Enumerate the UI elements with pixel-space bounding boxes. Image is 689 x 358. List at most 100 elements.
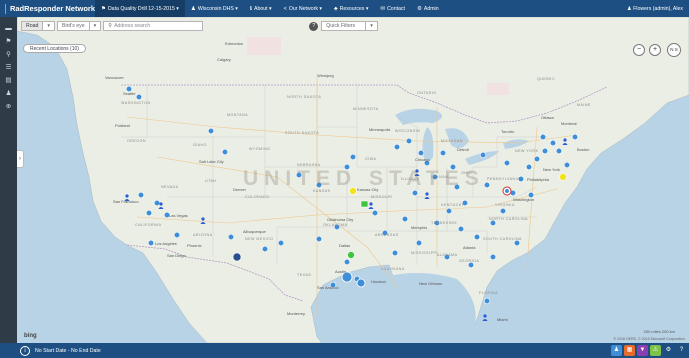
search-icon: ⚲ <box>108 23 113 29</box>
add-icon[interactable]: ⊕ <box>0 100 17 113</box>
map-marker <box>277 239 285 247</box>
left-sidebar: ▬ ⚑ ⚲ ☰ ▤ ♟ ⊕ <box>0 17 17 343</box>
date-range-label[interactable]: No Start Date - No End Date <box>35 348 101 354</box>
map-marker <box>417 149 425 157</box>
quick-filters-label: Quick Filters <box>326 23 356 29</box>
map-scale: 200 miles 200 km <box>643 329 675 334</box>
place-label: Houston <box>371 279 386 284</box>
map-marker <box>549 139 557 147</box>
flag-icon[interactable]: ⚑ <box>0 35 17 48</box>
user-menu[interactable]: ♟ Flowers (admin), Alex <box>627 6 689 12</box>
brand-name: RadResponder Network <box>9 4 95 13</box>
pin-icon[interactable]: ⚲ <box>0 48 17 61</box>
people-icon[interactable]: ♟ <box>0 87 17 100</box>
map-style-dropdown[interactable]: ▾ <box>42 21 56 31</box>
sidebar-toggle-handle[interactable]: › <box>17 150 24 168</box>
place-label: New York <box>543 167 560 172</box>
state-label: NEW MEXICO <box>245 237 274 241</box>
nav-contact[interactable]: ✉ Contact <box>374 0 411 17</box>
map-marker <box>467 261 475 269</box>
quick-filters-button[interactable]: Quick Filters <box>321 21 367 31</box>
state-label: ARIZONA <box>193 233 213 237</box>
state-label: MAINE <box>577 103 591 107</box>
birdseye-view-button[interactable]: Bird's eye <box>57 21 90 31</box>
road-view-button[interactable]: Road <box>21 21 44 31</box>
map-marker <box>343 258 351 266</box>
nav-admin[interactable]: ⚙ Admin <box>411 0 445 17</box>
brand[interactable]: RadResponder Network <box>0 0 95 17</box>
cluster-marker <box>356 278 366 288</box>
state-label: UTAH <box>205 179 217 183</box>
state-label: MONTANA <box>227 113 249 117</box>
address-search-input[interactable]: ⚲ Address search <box>103 21 204 31</box>
nav-about[interactable]: ℹ About ▾ <box>244 0 278 17</box>
map-marker <box>483 181 491 189</box>
place-label: Toronto <box>501 129 515 134</box>
state-label: NORTH CAROLINA <box>489 217 529 221</box>
state-label: KANSAS <box>313 189 331 193</box>
nav-organization[interactable]: ♟ Wisconsin DHS ▾ <box>185 0 244 17</box>
person-icon[interactable]: ♟ <box>611 345 622 356</box>
map-marker <box>135 93 143 101</box>
compass-icon[interactable]: N S <box>667 43 681 57</box>
gear-icon: ⚙ <box>416 5 422 12</box>
map-marker <box>221 148 229 156</box>
birdseye-dropdown[interactable]: ▾ <box>88 21 102 31</box>
nav-event-select[interactable]: ⚑ Data Quality Drill 12-15-2015 ▾ <box>95 0 185 17</box>
filter-icon[interactable]: ▼ <box>637 345 648 356</box>
nav-menu: ⚑ Data Quality Drill 12-15-2015 ▾ ♟ Wisc… <box>95 0 445 17</box>
state-label: OKLAHOMA <box>323 223 348 227</box>
place-label: New Orleans <box>419 281 443 286</box>
state-label: SOUTH DAKOTA <box>285 131 320 135</box>
help-circle-icon[interactable]: ? <box>676 345 687 356</box>
car-icon[interactable]: ▬ <box>0 22 17 35</box>
nav-contact-label: Contact <box>387 5 405 12</box>
state-label: NEBRASKA <box>297 163 321 167</box>
map-marker <box>483 297 491 305</box>
alert-icon[interactable]: ▦ <box>624 345 635 356</box>
info-icon[interactable]: i <box>20 345 30 356</box>
list-icon[interactable]: ☰ <box>0 61 17 74</box>
map-marker <box>147 239 155 247</box>
map-marker <box>457 225 465 233</box>
recent-locations-button[interactable]: Recent Locations (10) <box>23 44 86 53</box>
map-copyright: © 2016 HERE, © 2016 Microsoft Corporatio… <box>613 337 685 341</box>
cluster-marker <box>505 189 509 193</box>
map-marker <box>541 147 549 155</box>
canada-park-area <box>247 37 281 55</box>
state-label: NEW YORK <box>515 149 539 153</box>
state-label: GEORGIA <box>459 259 480 263</box>
state-label: ALABAMA <box>437 253 458 257</box>
radiation-icon[interactable]: ⚠ <box>650 345 661 356</box>
zoom-in-button[interactable]: + <box>649 44 661 56</box>
place-label: Memphis <box>411 225 428 230</box>
nav-admin-label: Admin <box>423 5 439 12</box>
nav-organization-label: Wisconsin DHS ▾ <box>197 5 238 12</box>
envelope-icon: ✉ <box>380 5 386 12</box>
place-label: Ottawa <box>541 115 554 120</box>
place-label: Vancouver <box>105 75 124 80</box>
bottom-tools: ♟ ▦ ▼ ⚠ ⚙ ? <box>609 345 689 356</box>
map-view[interactable]: Road ▾ Bird's eye ▾ ⚲ Address search ? Q… <box>17 17 689 343</box>
document-icon[interactable]: ▤ <box>0 74 17 87</box>
map-marker <box>227 233 235 241</box>
place-label: Boston <box>577 147 590 152</box>
state-label: MINNESOTA <box>353 107 379 111</box>
place-label: Philadelphia <box>527 177 549 182</box>
settings-icon[interactable]: ⚙ <box>663 345 674 356</box>
state-label: VIRGINIA <box>495 203 515 207</box>
map-marker <box>479 151 487 159</box>
place-label: Miami <box>497 317 508 322</box>
place-label: Montreal <box>561 121 577 126</box>
state-label: KENTUCKY <box>441 203 465 207</box>
help-icon[interactable]: ? <box>309 21 319 31</box>
map-marker <box>315 235 323 243</box>
state-label: TENNESSEE <box>431 221 458 225</box>
zoom-out-button[interactable]: − <box>633 44 645 56</box>
map-marker <box>405 137 413 145</box>
quick-filters-dropdown[interactable]: ▾ <box>365 21 378 31</box>
nav-our-network[interactable]: < Our Network ▾ <box>278 0 328 17</box>
nav-resources[interactable]: ♣ Resources ▾ <box>328 0 374 17</box>
share-icon: < <box>283 5 287 12</box>
green-marker <box>347 251 355 259</box>
